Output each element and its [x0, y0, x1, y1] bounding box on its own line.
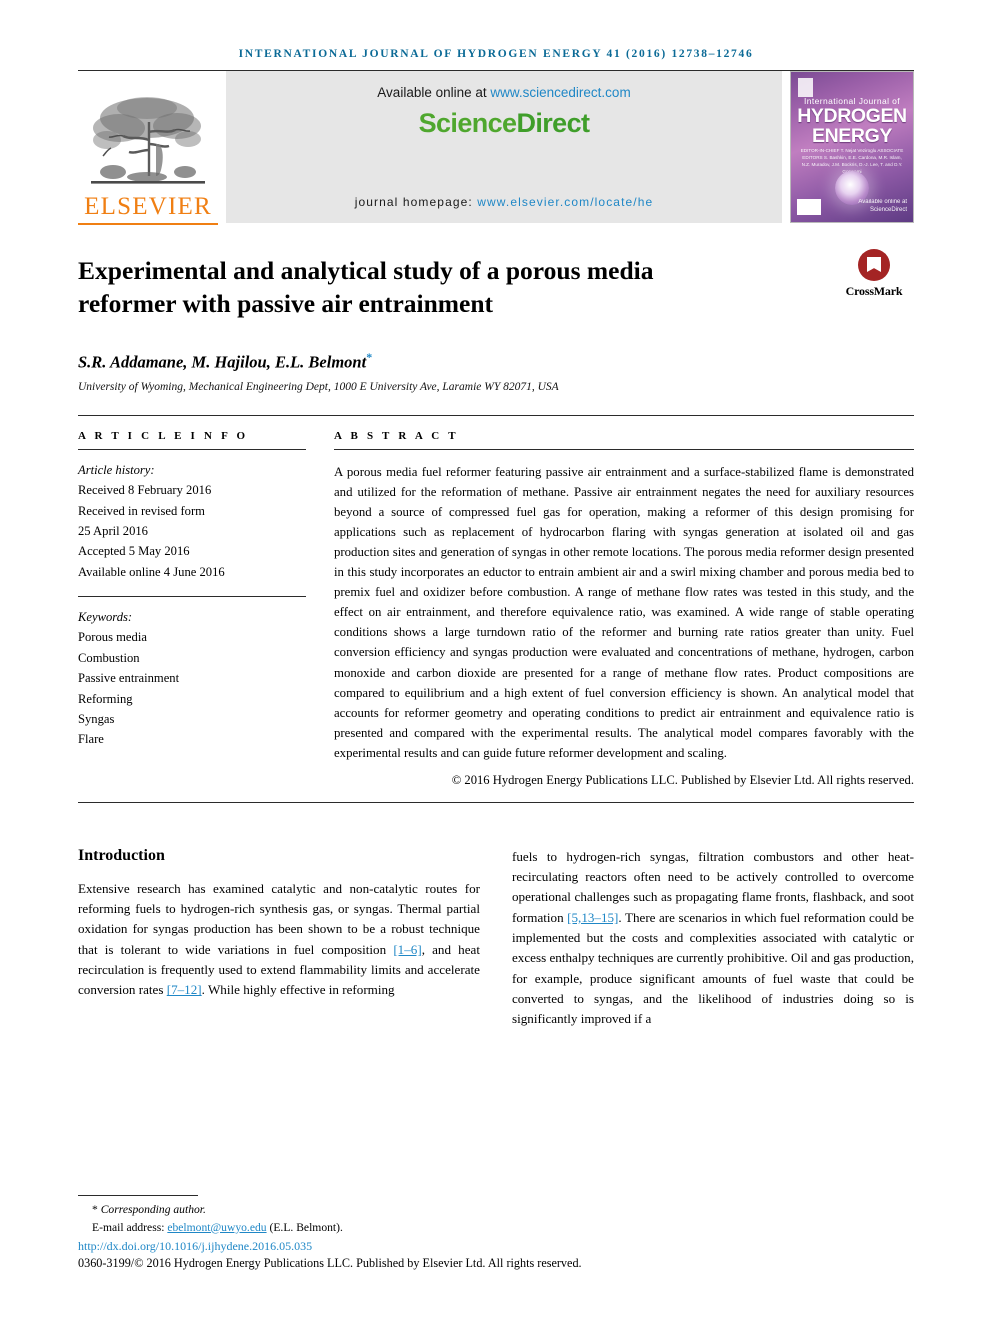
page-footer: * Corresponding author. E-mail address: …: [78, 1195, 698, 1271]
article-info-column: A R T I C L E I N F O Article history: R…: [78, 430, 306, 788]
sciencedirect-logo-science: Science: [418, 108, 517, 138]
abstract-column: A B S T R A C T A porous media fuel refo…: [334, 430, 914, 788]
corresponding-author-marker[interactable]: *: [366, 350, 372, 364]
article-history-item: 25 April 2016: [78, 523, 148, 538]
elsevier-tree-icon: [91, 97, 205, 184]
intro-paragraph-right: fuels to hydrogen-rich syngas, filtratio…: [512, 847, 914, 1030]
intro-right-text-2: . There are scenarios in which fuel refo…: [512, 909, 914, 1027]
info-abstract-wrap: A R T I C L E I N F O Article history: R…: [78, 430, 914, 788]
cover-line-3: ENERGY: [812, 125, 892, 147]
cover-sciencedirect-text: Available online at ScienceDirect: [858, 199, 907, 214]
section-heading-introduction: Introduction: [78, 846, 165, 864]
article-page: INTERNATIONAL JOURNAL OF HYDROGEN ENERGY…: [0, 0, 992, 1323]
sciencedirect-logo[interactable]: ScienceDirect: [419, 108, 590, 139]
article-info-heading: A R T I C L E I N F O: [78, 429, 249, 442]
doi-text: http://dx.doi.org/10.1016/j.ijhydene.201…: [78, 1239, 313, 1253]
masthead-bottom-rule: [78, 223, 218, 225]
crossmark-icon: [858, 249, 890, 281]
article-history: Article history: Received 8 February 201…: [78, 460, 306, 582]
author-list: S.R. Addamane, M. Hajilou, E.L. Belmont*: [78, 350, 914, 373]
journal-homepage-line: journal homepage: www.elsevier.com/locat…: [355, 195, 654, 209]
issn-copyright-line: 0360-3199/© 2016 Hydrogen Energy Publica…: [78, 1256, 582, 1270]
doi-link[interactable]: http://dx.doi.org/10.1016/j.ijhydene.201…: [78, 1239, 698, 1254]
keyword-item: Flare: [78, 732, 104, 747]
keyword-item: Reforming: [78, 691, 133, 706]
corresponding-author-note: * Corresponding author.: [78, 1201, 698, 1218]
journal-cover-thumbnail[interactable]: International Journal of HYDROGEN ENERGY…: [790, 71, 914, 223]
abstract-copyright: © 2016 Hydrogen Energy Publications LLC.…: [451, 772, 914, 787]
sciencedirect-panel: Available online at www.sciencedirect.co…: [226, 71, 782, 223]
email-note: E-mail address: ebelmont@uwyo.edu (E.L. …: [78, 1219, 698, 1236]
abstract-divider: [334, 448, 914, 450]
cover-footer: Available online at ScienceDirect: [797, 199, 907, 215]
article-history-item: Available online 4 June 2016: [78, 564, 225, 579]
keyword-item: Combustion: [78, 650, 140, 665]
keyword-item: Passive entrainment: [78, 671, 180, 686]
abstract-text: A porous media fuel reformer featuring p…: [334, 464, 914, 760]
elsevier-logo[interactable]: ELSEVIER: [78, 71, 218, 223]
title-block: CrossMark Experimental and analytical st…: [78, 249, 914, 393]
available-online-prefix: Available online at: [377, 85, 491, 100]
article-history-item: Received 8 February 2016: [78, 483, 212, 498]
body-columns: Introduction Extensive research has exam…: [78, 847, 914, 1030]
sciencedirect-logo-direct: Direct: [516, 108, 590, 138]
article-history-item: Received in revised form: [78, 503, 205, 518]
crossmark-badge[interactable]: CrossMark: [834, 249, 914, 299]
keywords-label: Keywords:: [78, 610, 133, 625]
article-history-item: Accepted 5 May 2016: [78, 544, 190, 559]
citation-link-7-12[interactable]: [7–12]: [167, 982, 202, 997]
keywords-divider: [78, 596, 306, 598]
intro-left-text-3: . While highly effective in reforming: [201, 982, 395, 998]
abstract-bottom-rule: [78, 801, 914, 803]
info-top-rule: [78, 414, 914, 416]
elsevier-wordmark: ELSEVIER: [84, 193, 212, 220]
intro-paragraph-left: Extensive research has examined catalyti…: [78, 879, 480, 1001]
running-head: INTERNATIONAL JOURNAL OF HYDROGEN ENERGY…: [238, 48, 754, 60]
page-title: Experimental and analytical study of a p…: [78, 256, 654, 318]
corresponding-author-text: Corresponding author.: [100, 1203, 206, 1217]
article-history-label: Article history:: [78, 462, 155, 477]
article-info-divider: [78, 448, 306, 450]
body-column-right: fuels to hydrogen-rich syngas, filtratio…: [512, 847, 914, 1030]
masthead: ELSEVIER Available online at www.science…: [78, 71, 914, 223]
affiliation: University of Wyoming, Mechanical Engine…: [78, 380, 559, 393]
cover-elsevier-mark-icon: [798, 78, 813, 97]
author-names: S.R. Addamane, M. Hajilou, E.L. Belmont: [78, 352, 367, 372]
keyword-item: Porous media: [78, 630, 147, 645]
email-link[interactable]: ebelmont@uwyo.edu: [167, 1221, 266, 1234]
available-online-line: Available online at www.sciencedirect.co…: [377, 85, 630, 100]
journal-homepage-label: journal homepage:: [354, 195, 478, 209]
sciencedirect-link[interactable]: www.sciencedirect.com: [490, 85, 630, 100]
email-suffix: (E.L. Belmont).: [266, 1220, 343, 1234]
email-label: E-mail address:: [92, 1220, 168, 1234]
footnote-rule: [78, 1195, 198, 1197]
cover-barcode-icon: [797, 199, 821, 215]
keyword-item: Syngas: [78, 712, 115, 727]
body-column-left: Introduction Extensive research has exam…: [78, 847, 480, 1030]
keywords-block: Keywords: Porous media Combustion Passiv…: [78, 607, 306, 750]
corresponding-author-star: *: [92, 1203, 98, 1217]
crossmark-label: CrossMark: [845, 284, 903, 298]
journal-homepage-link[interactable]: www.elsevier.com/locate/he: [477, 195, 653, 209]
abstract-heading: A B S T R A C T: [334, 429, 459, 442]
citation-link-5-13-15[interactable]: [5,13–15]: [567, 910, 618, 925]
citation-link-1-6[interactable]: [1–6]: [393, 942, 421, 957]
